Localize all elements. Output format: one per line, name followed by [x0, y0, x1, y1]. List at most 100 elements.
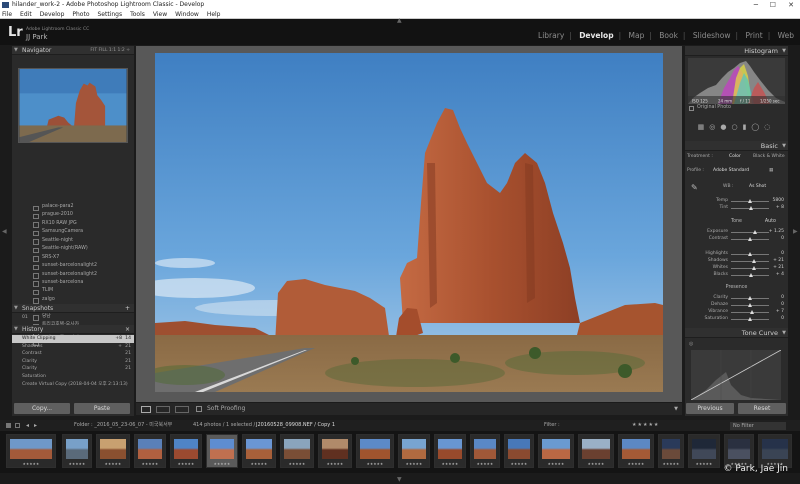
collection-item[interactable]: sunset-barcelonalight2 [12, 271, 134, 279]
filmstrip-thumbnail[interactable]: ★★★★★ [134, 434, 166, 468]
slider-value[interactable]: + 8 [776, 204, 784, 212]
previous-button[interactable]: Previous [686, 403, 734, 414]
radial-filter-icon[interactable]: ◯ [751, 123, 764, 131]
slider-knob[interactable] [748, 236, 752, 241]
clear-history-icon[interactable]: × [125, 325, 130, 334]
selected-file[interactable]: J20160528_09908.NEF / Copy 1 [256, 420, 335, 431]
filmstrip-thumbnail[interactable]: ★★★★★ [96, 434, 130, 468]
slider-row[interactable]: Contrast 0 [685, 235, 788, 243]
loupe-view-icon[interactable] [141, 406, 151, 413]
slider-track[interactable] [731, 267, 769, 269]
collection-item[interactable]: TLIM [12, 287, 134, 296]
tone-curve-graph[interactable] [691, 350, 781, 400]
collection-item[interactable]: RX10 RAW JPG [12, 220, 134, 229]
collection-item[interactable]: SRS-X7 [12, 254, 134, 263]
slider-knob[interactable] [748, 302, 752, 307]
rating-filter-stars[interactable]: ★★★★★ [632, 420, 659, 431]
filmstrip-thumbnail[interactable]: ★★★★★ [206, 434, 238, 468]
histogram-chart[interactable]: ISO 125 24 mm f / 11 1/250 sec [688, 58, 785, 104]
profile-select[interactable]: Adobe Standard [713, 168, 749, 173]
filmstrip-thumbnail[interactable]: ★★★★★ [470, 434, 500, 468]
collection-item[interactable]: sunset-barcelona [12, 279, 134, 288]
snapshots-header[interactable]: ▼ Snapshots + [12, 304, 134, 313]
slider-value[interactable]: 0 [781, 315, 784, 323]
history-item[interactable]: White Clipping +8 14 [12, 335, 134, 343]
reset-button[interactable]: Reset [738, 403, 786, 414]
navigator-zoom-options[interactable]: FIT FILL 1:1 1:2 ÷ [90, 46, 130, 55]
slider-knob[interactable] [751, 265, 756, 270]
copy-button[interactable]: Copy... [14, 403, 70, 414]
filmstrip-thumbnail[interactable]: ★★★★★ [688, 434, 720, 468]
minimize-icon[interactable]: ─ [754, 0, 758, 10]
redeye-tool-icon[interactable]: ○ [731, 123, 742, 131]
filmstrip-thumbnail[interactable]: ★★★★★ [618, 434, 654, 468]
history-item[interactable]: Shadows +21 [12, 343, 134, 351]
slider-knob[interactable] [748, 272, 753, 277]
slider-knob[interactable] [751, 258, 756, 263]
filter-select[interactable]: No Filter [730, 421, 786, 430]
target-adjust-icon[interactable]: ◎ [689, 341, 693, 347]
original-photo-checkbox[interactable] [689, 106, 694, 111]
menu-photo[interactable]: Photo [72, 11, 89, 18]
history-item[interactable]: Saturation [12, 373, 134, 381]
basic-header[interactable]: Basic ▼ [685, 141, 788, 151]
slider-track[interactable] [731, 231, 769, 233]
slider-knob[interactable] [748, 198, 752, 203]
grid-view-icon[interactable] [15, 423, 20, 428]
filmstrip-thumbnail[interactable]: ★★★★★ [170, 434, 202, 468]
history-item[interactable]: Clarity 21 [12, 358, 134, 366]
secondary-window-icon[interactable] [6, 423, 11, 428]
module-slideshow[interactable]: Slideshow [693, 31, 731, 40]
forward-arrow-icon[interactable]: ▸ [34, 420, 37, 431]
grid-tool-icon[interactable]: ▦ [698, 123, 710, 131]
filmstrip-thumbnail[interactable]: ★★★★★ [538, 434, 574, 468]
wb-select[interactable]: As Shot [749, 184, 766, 189]
color-treatment-button[interactable]: Color [729, 154, 741, 159]
maximize-icon[interactable]: ☐ [770, 0, 776, 10]
add-snapshot-icon[interactable]: + [125, 304, 130, 313]
module-develop[interactable]: Develop [579, 31, 613, 40]
slider-track[interactable] [731, 260, 769, 262]
filmstrip-thumbnail[interactable]: ★★★★★ [280, 434, 314, 468]
paste-button[interactable]: Paste [74, 403, 130, 414]
collapse-right-icon[interactable]: ▶ [793, 228, 798, 235]
histogram-header[interactable]: Histogram ▼ [685, 46, 788, 56]
menu-view[interactable]: View [153, 11, 167, 18]
collection-item[interactable]: prague-2010 [12, 211, 134, 220]
collection-item[interactable]: sunset-barcelonalight2 [12, 262, 134, 271]
soft-proofing-checkbox[interactable] [196, 406, 202, 412]
filmstrip-thumbnail[interactable]: ★★★★★ [6, 434, 56, 468]
slider-row[interactable]: Saturation 0 [685, 315, 788, 323]
collection-item[interactable]: zalgo [12, 296, 134, 305]
slider-value[interactable]: + 4 [776, 271, 784, 279]
tone-curve-header[interactable]: Tone Curve ▼ [685, 328, 788, 338]
module-library[interactable]: Library [538, 31, 564, 40]
menu-settings[interactable]: Settings [98, 11, 123, 18]
history-header[interactable]: ▼ History × [12, 325, 134, 334]
slider-knob[interactable] [748, 316, 752, 321]
slider-knob[interactable] [748, 295, 752, 300]
filmstrip-thumbnail[interactable]: ★★★★★ [62, 434, 92, 468]
filmstrip-thumbnail[interactable]: ★★★★★ [434, 434, 466, 468]
collapse-bottom-icon[interactable]: ▼ [397, 476, 402, 483]
filmstrip-thumbnail[interactable]: ★★★★★ [318, 434, 352, 468]
module-book[interactable]: Book [659, 31, 678, 40]
module-print[interactable]: Print [745, 31, 762, 40]
slider-knob[interactable] [748, 251, 752, 256]
close-icon[interactable]: ✕ [788, 0, 794, 10]
filmstrip-thumbnail[interactable]: ★★★★★ [758, 434, 792, 468]
slider-knob[interactable] [749, 205, 754, 210]
filmstrip-thumbnail[interactable]: ★★★★★ [242, 434, 276, 468]
filmstrip-thumbnail[interactable]: ★★★★★ [356, 434, 394, 468]
menu-file[interactable]: File [2, 11, 12, 18]
filmstrip-thumbnail[interactable]: ★★★★★ [724, 434, 754, 468]
before-after-split-icon[interactable] [175, 406, 189, 413]
filmstrip-thumbnail[interactable]: ★★★★★ [504, 434, 534, 468]
collection-item[interactable]: Seattle-night(RAW) [12, 245, 134, 254]
filmstrip-thumbnail[interactable]: ★★★★★ [658, 434, 684, 468]
brush-tool-icon[interactable]: ◌ [764, 123, 775, 131]
back-arrow-icon[interactable]: ◂ [26, 420, 29, 431]
navigator-preview[interactable] [18, 68, 128, 143]
snapshot-item[interactable]: 01 [12, 314, 134, 322]
slider-row[interactable]: Blacks + 4 [685, 271, 788, 279]
